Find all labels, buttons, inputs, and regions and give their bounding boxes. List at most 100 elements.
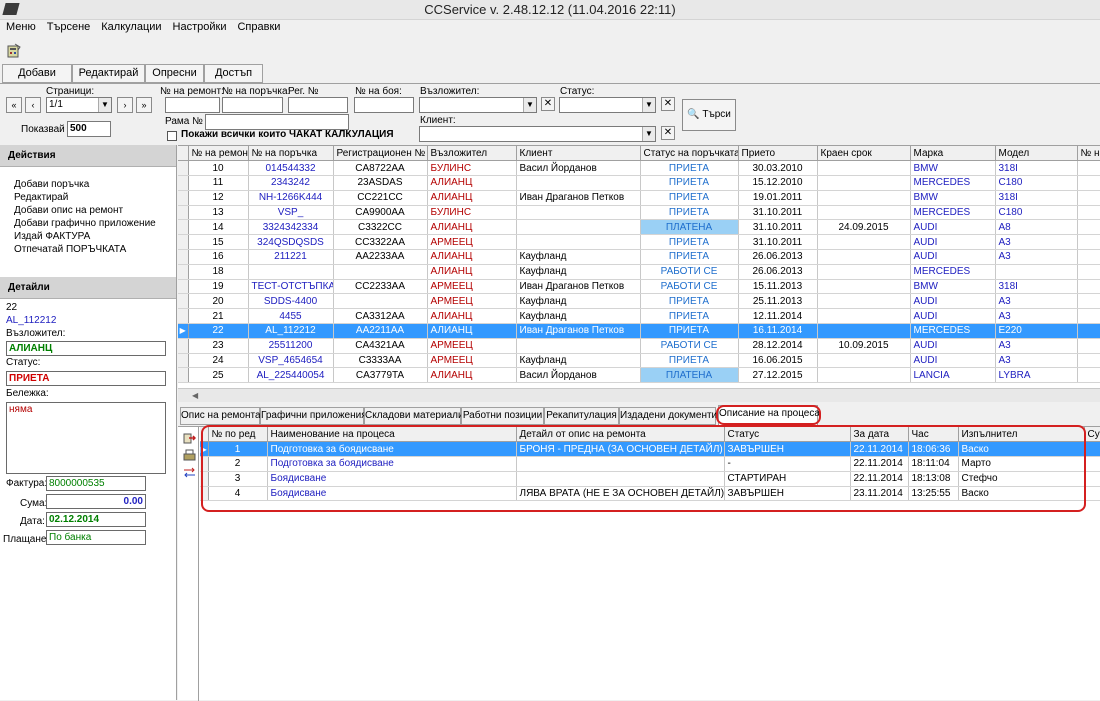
action-add-attachment[interactable]: Добави графично приложение bbox=[14, 218, 156, 229]
detail-order: AL_112212 bbox=[6, 315, 57, 326]
horizontal-scrollbar[interactable]: ◀ bbox=[178, 388, 1100, 402]
row-indicator[interactable] bbox=[178, 249, 189, 265]
tab-work-positions[interactable]: Работни позиции bbox=[461, 407, 544, 425]
row-indicator[interactable] bbox=[178, 279, 189, 295]
access-button[interactable]: Достъп bbox=[204, 64, 263, 83]
row-indicator[interactable] bbox=[178, 190, 189, 206]
pages-select[interactable]: 1/1 ▼ bbox=[46, 97, 112, 113]
last-page-button[interactable]: » bbox=[136, 97, 152, 113]
export-icon[interactable] bbox=[183, 432, 197, 445]
row-indicator[interactable] bbox=[178, 205, 189, 221]
table-row[interactable]: 14 3324342334 C3322CC АЛИАНЦ ПЛАТЕНА 31.10.20… bbox=[178, 219, 1100, 236]
col-deadline[interactable]: Краен срок bbox=[817, 146, 911, 162]
row-indicator[interactable] bbox=[178, 160, 189, 177]
row-indicator[interactable] bbox=[178, 338, 189, 354]
table-row[interactable]: 15 324QSDQSDS CC3322AA АРМЕЕЦ ПРИЕТА 31.10.20… bbox=[178, 234, 1100, 251]
table-row[interactable]: 24 VSP_4654654 C3333AA АРМЕЕЦ Кауфланд ПРИЕТА… bbox=[178, 353, 1100, 369]
table-row[interactable]: 13 VSP_ CA9900AA БУЛИНС ПРИЕТА 31.10.2011 MERC… bbox=[178, 205, 1100, 221]
waiting-calc-checkbox[interactable] bbox=[167, 131, 177, 141]
edit-button[interactable]: Редактирай bbox=[72, 64, 145, 83]
cell-model: 318I bbox=[995, 190, 1078, 206]
menu-item-reports[interactable]: Справки bbox=[231, 20, 285, 33]
table-row[interactable]: 23 25511200 CA4321AA АРМЕЕЦ РАБОТИ СЕ 28.12.2… bbox=[178, 338, 1100, 354]
add-button[interactable]: Добави bbox=[2, 64, 72, 83]
calculator-icon[interactable] bbox=[6, 43, 22, 59]
table-row[interactable]: 11 2343242 23ASDAS АЛИАНЦ ПРИЕТА 15.12.2010 ME… bbox=[178, 175, 1100, 191]
col-make[interactable]: Марка bbox=[910, 146, 996, 162]
clear-client-button[interactable]: ✕ bbox=[661, 126, 675, 140]
tab-materials[interactable]: Складови материали bbox=[364, 407, 464, 425]
tab-documents[interactable]: Издадени документи bbox=[619, 407, 717, 425]
table-row[interactable]: 12 NH-1266K444 CC221CC АЛИАНЦ Иван Драганов … bbox=[178, 190, 1100, 206]
col-order-no[interactable]: № на поръчка bbox=[248, 146, 334, 162]
frame-input[interactable] bbox=[205, 114, 349, 130]
table-row[interactable]: 10 014544332 CA8722AA БУЛИНС Васил Йорданов П… bbox=[178, 160, 1100, 177]
detail-date-label: Дата: bbox=[20, 516, 45, 527]
row-indicator[interactable] bbox=[178, 308, 189, 325]
col-reg-no[interactable]: Регистрационен № bbox=[333, 146, 428, 162]
menu-item-settings[interactable]: Настройки bbox=[167, 20, 232, 33]
col-order-status[interactable]: Статус на поръчката bbox=[640, 146, 739, 162]
row-indicator[interactable] bbox=[178, 367, 189, 384]
cell-order-no: VSP_4654654 bbox=[248, 353, 334, 369]
col-sum[interactable]: Сум bbox=[1084, 427, 1100, 443]
current-row-indicator-icon[interactable]: ▶ bbox=[178, 323, 189, 339]
prev-page-button[interactable]: ‹ bbox=[25, 97, 41, 113]
order-no-input[interactable] bbox=[222, 97, 283, 113]
row-indicator[interactable] bbox=[178, 264, 189, 280]
first-page-button[interactable]: « bbox=[6, 97, 22, 113]
col-client[interactable]: Клиент bbox=[516, 146, 641, 162]
col-received[interactable]: Прието bbox=[738, 146, 818, 162]
table-row[interactable]: 19 ТЕСТ-ОТСТЪПКА CC2233AA АРМЕЕЦ Иван Драган… bbox=[178, 279, 1100, 295]
row-indicator[interactable] bbox=[178, 234, 189, 251]
refresh-button[interactable]: Опресни bbox=[145, 64, 204, 83]
show-count-input[interactable]: 500 bbox=[67, 121, 111, 137]
cell-assignor: АРМЕЕЦ bbox=[427, 234, 517, 251]
col-assignor[interactable]: Възложител bbox=[427, 146, 517, 162]
col-repair-no[interactable]: № на ремонт bbox=[188, 146, 249, 162]
row-indicator[interactable] bbox=[178, 219, 189, 236]
status-select[interactable]: ▼ bbox=[559, 97, 656, 113]
action-issue-invoice[interactable]: Издай ФАКТУРА bbox=[14, 231, 90, 242]
cell-extra bbox=[1077, 264, 1100, 280]
assignor-select[interactable]: ▼ bbox=[419, 97, 537, 113]
search-button[interactable]: 🔍 Търси bbox=[682, 99, 736, 131]
action-add-repair-list[interactable]: Добави опис на ремонт bbox=[14, 205, 123, 216]
cell-sum bbox=[1084, 456, 1100, 472]
pages-label: Страници: bbox=[46, 86, 95, 97]
next-page-button[interactable]: › bbox=[117, 97, 133, 113]
action-edit[interactable]: Редактирай bbox=[14, 192, 68, 203]
menu-item-menu[interactable]: Меню bbox=[0, 20, 41, 33]
menu-item-calculations[interactable]: Калкулации bbox=[95, 20, 166, 33]
client-label: Клиент: bbox=[420, 115, 456, 126]
row-indicator[interactable] bbox=[178, 293, 189, 310]
action-print-order[interactable]: Отпечатай ПОРЪЧКАТА bbox=[14, 244, 126, 255]
detail-status-value: ПРИЕТА bbox=[6, 371, 166, 386]
client-select[interactable]: ▼ bbox=[419, 126, 656, 142]
scroll-left-icon[interactable]: ◀ bbox=[192, 391, 202, 400]
table-row[interactable]: ▶ 22 AL_112212 AA2211AA АЛИАНЦ Иван Драганов … bbox=[178, 323, 1100, 339]
menu-item-search[interactable]: Търсене bbox=[41, 20, 96, 33]
cell-extra bbox=[1077, 190, 1100, 206]
action-add-order[interactable]: Добави поръчка bbox=[14, 179, 89, 190]
col-model[interactable]: Модел bbox=[995, 146, 1078, 162]
tab-repair-list[interactable]: Опис на ремонта bbox=[180, 407, 261, 425]
table-row[interactable]: 18 АЛИАНЦ Кауфланд РАБОТИ СЕ 26.06.2013 MERCE… bbox=[178, 264, 1100, 280]
paint-no-input[interactable] bbox=[354, 97, 414, 113]
swap-icon[interactable] bbox=[183, 466, 196, 479]
tab-recap[interactable]: Рекапитулация bbox=[544, 407, 619, 425]
repair-no-input[interactable] bbox=[165, 97, 220, 113]
cell-repair-no: 24 bbox=[188, 353, 249, 369]
print-icon[interactable] bbox=[183, 449, 196, 462]
row-indicator[interactable] bbox=[178, 353, 189, 369]
clear-status-button[interactable]: ✕ bbox=[661, 97, 675, 111]
table-row[interactable]: 16 211221 AA2233AA АЛИАНЦ Кауфланд ПРИЕТА 26.0… bbox=[178, 249, 1100, 265]
clear-assignor-button[interactable]: ✕ bbox=[541, 97, 555, 111]
tab-attachments[interactable]: Графични приложения bbox=[260, 407, 367, 425]
table-row[interactable]: 20 SDDS-4400 АРМЕЕЦ Кауфланд ПРИЕТА 25.11.201… bbox=[178, 293, 1100, 310]
row-indicator[interactable] bbox=[178, 175, 189, 191]
col-extra[interactable]: № на bbox=[1077, 146, 1100, 162]
reg-no-input[interactable] bbox=[288, 97, 348, 113]
table-row[interactable]: 21 4455 CA3312AA АЛИАНЦ Кауфланд ПРИЕТА 12.11.… bbox=[178, 308, 1100, 325]
table-row[interactable]: 25 AL_225440054 CA3779TA АЛИАНЦ Васил Йордан… bbox=[178, 367, 1100, 384]
